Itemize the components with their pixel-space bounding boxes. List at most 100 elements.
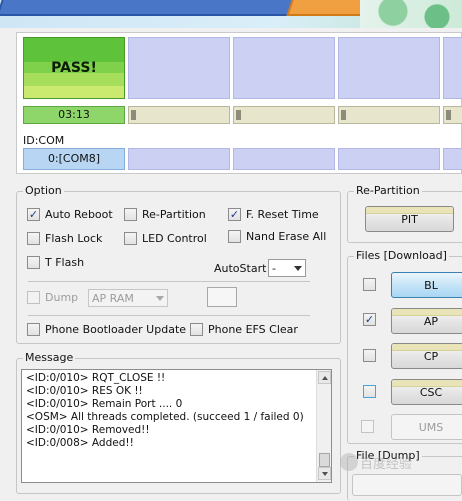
dump-extra-field[interactable] bbox=[207, 287, 237, 307]
progress-knob-icon bbox=[236, 110, 241, 120]
checkbox-empty-icon bbox=[228, 230, 241, 243]
watermark-text: 百度经验 bbox=[360, 456, 413, 472]
option-divider-2 bbox=[28, 315, 310, 316]
port-timer-4 bbox=[338, 106, 440, 124]
phone-efs-clear-label: Phone EFS Clear bbox=[208, 323, 298, 336]
autostart-select-value: - bbox=[272, 261, 276, 275]
log-line: <ID:0/010> RES OK !! bbox=[26, 385, 143, 397]
chevron-down-icon bbox=[294, 265, 302, 271]
flash-lock-label: Flash Lock bbox=[45, 232, 103, 245]
progress-knob-icon bbox=[341, 110, 346, 120]
auto-reboot-label: Auto Reboot bbox=[45, 208, 113, 221]
port-timer-1: 03:13 bbox=[23, 106, 125, 124]
led-control-checkbox[interactable]: LED Control bbox=[124, 232, 207, 245]
t-flash-checkbox[interactable]: T Flash bbox=[27, 256, 84, 269]
log-scrollbar[interactable] bbox=[316, 370, 331, 482]
button-stripe bbox=[392, 344, 462, 351]
flash-lock-checkbox[interactable]: Flash Lock bbox=[27, 232, 102, 245]
log-line: <ID:0/008> Added!! bbox=[26, 437, 134, 449]
port-status-panel: PASS! 03:13 ID:COM 0:[COM8] bbox=[16, 32, 462, 174]
port-status-cell-3 bbox=[233, 37, 335, 99]
pit-button-label: PIT bbox=[401, 212, 418, 226]
re-partition-label: Re-Partition bbox=[142, 208, 206, 221]
dump-label: Dump bbox=[45, 291, 79, 304]
com-port-1: 0:[COM8] bbox=[23, 148, 125, 170]
log-line: <ID:0/010> Remain Port .... 0 bbox=[26, 398, 183, 410]
checkbox-empty-icon bbox=[27, 323, 40, 336]
pit-button[interactable]: PIT bbox=[365, 206, 454, 232]
port-timer-5 bbox=[443, 106, 462, 124]
com-port-3 bbox=[233, 148, 335, 170]
ap-checkbox[interactable]: ✓ bbox=[363, 313, 376, 326]
checkbox-empty-icon bbox=[27, 256, 40, 269]
cp-checkbox[interactable] bbox=[363, 349, 376, 362]
re-partition-group-title: Re-Partition bbox=[354, 184, 422, 197]
button-stripe bbox=[392, 309, 462, 316]
t-flash-label: T Flash bbox=[45, 256, 85, 269]
bl-button[interactable]: BL bbox=[391, 272, 462, 298]
arrow-down-icon bbox=[322, 472, 328, 476]
button-stripe bbox=[366, 207, 453, 214]
com-port-4 bbox=[338, 148, 440, 170]
scroll-up-button[interactable] bbox=[318, 371, 331, 384]
button-stripe bbox=[392, 380, 462, 387]
autostart-label: AutoStart bbox=[214, 262, 267, 275]
com-port-2 bbox=[128, 148, 230, 170]
option-divider-1 bbox=[28, 281, 310, 282]
port-status-cell-4 bbox=[338, 37, 440, 99]
ums-button[interactable]: UMS bbox=[391, 414, 462, 440]
ums-checkbox[interactable] bbox=[361, 420, 374, 433]
phone-bootloader-update-checkbox[interactable]: Phone Bootloader Update bbox=[27, 323, 186, 336]
files-download-group-title: Files [Download] bbox=[354, 249, 449, 262]
bl-checkbox[interactable] bbox=[363, 278, 376, 291]
message-log[interactable]: <ID:0/010> RQT_CLOSE !! <ID:0/010> RES O… bbox=[21, 369, 332, 483]
f-reset-time-checkbox[interactable]: ✓ F. Reset Time bbox=[228, 208, 319, 221]
log-line: <ID:0/010> RQT_CLOSE !! bbox=[26, 372, 166, 384]
progress-knob-icon bbox=[131, 110, 136, 120]
progress-knob-icon bbox=[446, 110, 451, 120]
scroll-thumb[interactable] bbox=[319, 453, 330, 467]
auto-reboot-checkbox[interactable]: ✓ Auto Reboot bbox=[27, 208, 113, 221]
dump-checkbox[interactable]: Dump bbox=[27, 291, 78, 304]
paw-logo-icon bbox=[340, 453, 358, 471]
dump-type-select-value: AP RAM bbox=[92, 291, 134, 305]
port-status-cell-5 bbox=[443, 37, 462, 99]
header-banner bbox=[0, 0, 462, 28]
cp-button-label: CP bbox=[423, 349, 439, 363]
dump-type-select[interactable]: AP RAM bbox=[88, 289, 168, 307]
nand-erase-all-checkbox[interactable]: Nand Erase All bbox=[228, 230, 326, 243]
chevron-down-icon bbox=[156, 295, 164, 301]
port-status-cell-2 bbox=[128, 37, 230, 99]
scroll-down-button[interactable] bbox=[318, 467, 331, 480]
led-control-label: LED Control bbox=[142, 232, 207, 245]
ap-button[interactable]: AP bbox=[391, 308, 462, 334]
f-reset-time-label: F. Reset Time bbox=[246, 208, 319, 221]
csc-button-label: CSC bbox=[419, 385, 443, 399]
com-port-5 bbox=[443, 148, 462, 170]
ums-button-label: UMS bbox=[418, 420, 444, 434]
banner-graphic-leaf bbox=[360, 0, 462, 28]
arrow-up-icon bbox=[322, 376, 328, 380]
log-line: <ID:0/010> Removed!! bbox=[26, 424, 150, 436]
phone-bootloader-update-label: Phone Bootloader Update bbox=[45, 323, 187, 336]
file-dump-button[interactable] bbox=[352, 474, 462, 496]
ap-button-label: AP bbox=[423, 314, 439, 328]
csc-button[interactable]: CSC bbox=[391, 379, 462, 405]
watermark: 百度经验 bbox=[340, 450, 462, 474]
cp-button[interactable]: CP bbox=[391, 343, 462, 369]
banner-graphic-blue bbox=[0, 0, 324, 16]
option-group-title: Option bbox=[23, 184, 64, 197]
autostart-select[interactable]: - bbox=[268, 259, 306, 277]
port-status-cell-1: PASS! bbox=[23, 37, 125, 99]
checkbox-empty-icon bbox=[124, 208, 137, 221]
csc-checkbox[interactable] bbox=[363, 385, 376, 398]
bl-button-label: BL bbox=[424, 278, 438, 292]
re-partition-checkbox[interactable]: Re-Partition bbox=[124, 208, 206, 221]
checkbox-empty-icon bbox=[27, 232, 40, 245]
message-group-title: Message bbox=[23, 351, 76, 364]
checkbox-empty-icon bbox=[190, 323, 203, 336]
log-line: <OSM> All threads completed. (succeed 1 … bbox=[26, 411, 304, 423]
checkbox-empty-icon bbox=[124, 232, 137, 245]
phone-efs-clear-checkbox[interactable]: Phone EFS Clear bbox=[190, 323, 298, 336]
nand-erase-all-label: Nand Erase All bbox=[246, 230, 327, 243]
